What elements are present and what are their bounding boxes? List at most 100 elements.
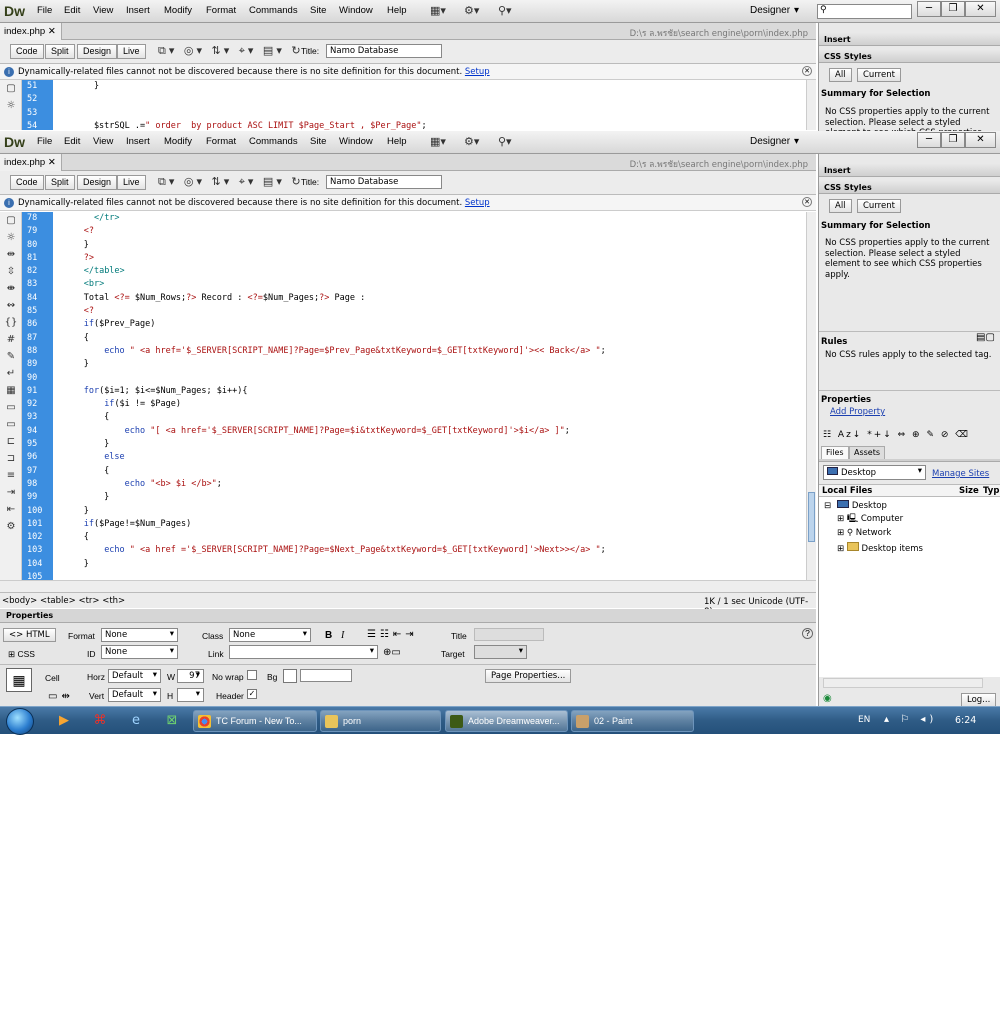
code-line[interactable]: { <box>53 411 806 424</box>
css-mode-button[interactable]: ⊞ CSS <box>8 649 35 660</box>
tree-item-desktop[interactable]: ⊟ Desktop <box>824 500 887 512</box>
maximize-button[interactable]: ❐ <box>941 1 965 17</box>
insert-panel-header[interactable]: Insert <box>819 33 1000 46</box>
code-line[interactable]: echo " <a href ='$_SERVER[SCRIPT_NAME]?P… <box>53 544 806 557</box>
minimize-button[interactable]: ─ <box>917 1 941 17</box>
id-select[interactable]: None <box>101 645 178 659</box>
add-property-link[interactable]: Add Property <box>830 407 885 418</box>
html-mode-button[interactable]: <> HTML <box>3 628 56 642</box>
toolbar-tools-icons[interactable]: ⧉▾ ◎▾ ⇅▾ ⌖▾ ▤▾ ↻ <box>158 44 304 58</box>
code-line[interactable]: </tr> <box>53 212 806 225</box>
type-column[interactable]: Typ <box>983 486 999 497</box>
code-line[interactable]: <br> <box>53 278 806 291</box>
code-line[interactable] <box>53 107 806 120</box>
page-properties-button[interactable]: Page Properties... <box>485 669 572 683</box>
code-line[interactable]: echo " <a href='$_SERVER[SCRIPT_NAME]?Pa… <box>53 345 806 358</box>
code-line[interactable]: else <box>53 451 806 464</box>
bold-button[interactable]: B <box>325 630 332 641</box>
code-line[interactable]: for($i=1; $i<=$Num_Pages; $i++){ <box>53 385 806 398</box>
apply-comment-icon[interactable]: ▭ <box>0 399 22 416</box>
code-line[interactable]: if($i != $Page) <box>53 398 806 411</box>
balance-braces-icon[interactable]: {} <box>0 314 22 331</box>
code-navigator-icon[interactable]: ☼ <box>0 229 22 246</box>
scrollbar[interactable] <box>806 212 816 580</box>
split-view-button[interactable]: Split <box>45 175 75 190</box>
close-icon[interactable]: ✕ <box>48 157 56 168</box>
help-icon[interactable]: ? <box>802 628 813 639</box>
syntax-coloring-icon[interactable]: ▦ <box>0 382 22 399</box>
menu-insert[interactable]: Insert <box>126 136 150 147</box>
remove-comment-icon[interactable]: ▭ <box>0 416 22 433</box>
bg-color-input[interactable] <box>300 669 352 682</box>
minimize-button[interactable]: ─ <box>917 132 941 148</box>
document-title-input[interactable]: Namo Database <box>326 44 442 58</box>
recent-snippets-icon[interactable]: ⊐ <box>0 450 22 467</box>
clock[interactable]: 6:24 <box>955 715 976 726</box>
menu-view[interactable]: View <box>93 5 113 16</box>
tree-item-computer[interactable]: ⊞ 🖳 Computer <box>837 514 903 525</box>
scrollbar[interactable] <box>806 80 816 130</box>
code-line[interactable]: echo "[ <a href='$_SERVER[SCRIPT_NAME]?P… <box>53 425 806 438</box>
vert-select[interactable]: Default <box>108 688 161 702</box>
css-panel-toolbar-icons[interactable]: ☷ Az↓ *+↓ ⇔ ⊕ ✎ ⊘ ⌫ <box>823 430 970 441</box>
all-button[interactable]: All <box>829 199 852 213</box>
expand-all-icon[interactable]: ⇼ <box>0 280 22 297</box>
close-icon[interactable]: ✕ <box>802 197 812 207</box>
close-button[interactable]: ✕ <box>965 1 996 17</box>
code-line[interactable]: ?> <box>53 252 806 265</box>
workspace-chevron-icon[interactable]: ▾ <box>794 136 799 147</box>
start-button[interactable] <box>6 708 34 735</box>
language-indicator[interactable]: EN <box>858 715 870 725</box>
local-files-column[interactable]: Local Files <box>822 486 872 497</box>
menu-file[interactable]: File <box>37 5 52 16</box>
menu-edit[interactable]: Edit <box>64 136 80 147</box>
code-line[interactable]: if($Prev_Page) <box>53 318 806 331</box>
wrap-tag-icon[interactable]: ⊏ <box>0 433 22 450</box>
excel-icon[interactable]: ⊠ <box>162 711 182 731</box>
setup-link[interactable]: Setup <box>465 67 490 77</box>
site-select[interactable]: Desktop <box>823 465 926 480</box>
code-line[interactable]: } <box>53 491 806 504</box>
tag-selector[interactable]: <body> <table> <tr> <th> <box>2 596 125 606</box>
size-column[interactable]: Size <box>959 486 979 497</box>
code-line[interactable]: <? <box>53 225 806 238</box>
scrollbar-thumb[interactable] <box>808 492 815 542</box>
css-styles-panel-header[interactable]: CSS Styles <box>819 181 1000 194</box>
show-code-navigator-icon[interactable]: ☼ <box>0 97 22 114</box>
open-documents-icon[interactable]: ▢ <box>0 212 22 229</box>
code-line[interactable]: </table> <box>53 265 806 278</box>
point-to-file-icon[interactable]: ⊕▭ <box>383 647 401 658</box>
code-view-button[interactable]: Code <box>10 44 44 59</box>
collapse-selection-icon[interactable]: ⇳ <box>0 263 22 280</box>
menu-site[interactable]: Site <box>310 5 326 16</box>
menu-view[interactable]: View <box>93 136 113 147</box>
log-button[interactable]: Log... <box>961 693 997 707</box>
code-line[interactable]: } <box>53 505 806 518</box>
workspace-switcher[interactable]: Designer <box>750 136 790 147</box>
insert-panel-header[interactable]: Insert <box>819 164 1000 177</box>
tray-icons[interactable]: ▴ ⚐ ◂) <box>884 714 937 725</box>
nowrap-checkbox[interactable] <box>247 670 257 680</box>
workspace-chevron-icon[interactable]: ▾ <box>794 5 799 16</box>
panel-view-icons[interactable]: ▤▢ <box>976 332 995 344</box>
gear-icon[interactable]: ⚙▾ <box>464 135 479 148</box>
horizontal-scrollbar[interactable] <box>0 580 816 592</box>
acrobat-icon[interactable]: ⌘ <box>90 711 110 731</box>
code-line[interactable]: $strSQL .=" order by product ASC LIMIT $… <box>53 120 806 130</box>
code-line[interactable]: { <box>53 531 806 544</box>
height-input[interactable] <box>177 688 204 702</box>
code-line[interactable]: } <box>53 239 806 252</box>
all-button[interactable]: All <box>829 68 852 82</box>
menu-commands[interactable]: Commands <box>249 5 298 16</box>
design-view-button[interactable]: Design <box>77 44 118 59</box>
menu-modify[interactable]: Modify <box>164 5 192 16</box>
move-css-icon[interactable]: ≡ <box>0 467 22 484</box>
taskbar-paint[interactable]: 02 - Paint <box>571 710 694 732</box>
setup-link[interactable]: Setup <box>465 198 490 208</box>
code-line[interactable]: { <box>53 332 806 345</box>
italic-button[interactable]: I <box>341 630 344 641</box>
code-editor-top[interactable]: } $strSQL .=" order by product ASC LIMIT… <box>53 80 806 130</box>
document-tab[interactable]: index.php ✕ <box>0 154 62 171</box>
list-buttons-icons[interactable]: ☰☷⇤⇥ <box>367 629 418 640</box>
word-wrap-icon[interactable]: ↵ <box>0 365 22 382</box>
